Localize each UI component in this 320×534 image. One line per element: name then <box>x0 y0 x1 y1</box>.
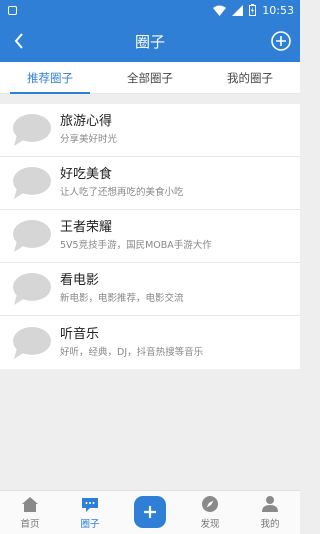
nav-profile[interactable]: 我的 <box>240 491 300 534</box>
list-item-title: 好吃美食 <box>60 167 113 182</box>
chevron-left-icon <box>14 33 23 49</box>
list-item-title: 听音乐 <box>60 326 100 342</box>
status-time: 10:53 <box>262 3 294 17</box>
list-item-desc: 新电影，电影推荐，电影交流 <box>60 293 184 304</box>
chat-icon <box>80 494 100 514</box>
list-item-desc: 好听，经典，DJ，抖音热搜等音乐 <box>60 346 204 358</box>
avatar-bubble-icon <box>13 220 51 252</box>
status-bar: 10:53 <box>0 0 300 20</box>
add-circle-button[interactable] <box>270 30 292 52</box>
list-item-music[interactable]: 听音乐 好听，经典，DJ，抖音热搜等音乐 <box>0 316 300 369</box>
avatar-bubble-icon <box>13 326 51 359</box>
page-title: 圈子 <box>134 32 165 51</box>
nav-home[interactable]: 首页 <box>0 491 60 534</box>
battery-icon <box>249 4 257 16</box>
compass-icon <box>200 494 220 514</box>
nav-label: 发现 <box>200 519 220 530</box>
list-item-desc: 分享美好时光 <box>60 134 118 145</box>
list-item-game[interactable]: 王者荣耀 5V5竞技手游，国民MOBA手游大作 <box>0 210 300 263</box>
signal-icon <box>232 4 244 16</box>
nav-circle[interactable]: 圈子 <box>60 491 120 534</box>
plus-circle-icon <box>271 31 291 51</box>
circle-list: 旅游心得 分享美好时光 好吃美食 让人吃了还想再吃的美食小吃 王者荣耀 5V5竞… <box>0 104 300 369</box>
plus-icon <box>144 506 156 518</box>
back-button[interactable] <box>8 29 30 53</box>
tab-mine[interactable]: 我的圈子 <box>200 62 300 93</box>
nav-label: 我的 <box>260 519 280 530</box>
home-icon <box>20 494 40 514</box>
avatar-bubble-icon <box>13 273 51 305</box>
nav-label: 圈子 <box>80 519 100 530</box>
tab-all[interactable]: 全部圈子 <box>100 62 200 93</box>
list-item-movie[interactable]: 看电影 新电影，电影推荐，电影交流 <box>0 263 300 316</box>
person-icon <box>260 494 280 514</box>
tab-bar: 推荐圈子 全部圈子 我的圈子 <box>0 62 300 94</box>
nav-publish[interactable] <box>120 491 180 534</box>
notification-icon <box>8 5 17 15</box>
avatar-bubble-icon <box>13 114 51 146</box>
list-item-title: 王者荣耀 <box>60 220 113 235</box>
wifi-icon <box>213 5 227 16</box>
app-header: 圈子 <box>0 20 300 62</box>
list-item-travel[interactable]: 旅游心得 分享美好时光 <box>0 104 300 157</box>
nav-discover[interactable]: 发现 <box>180 491 240 534</box>
nav-label: 首页 <box>20 519 40 530</box>
tab-recommended[interactable]: 推荐圈子 <box>0 62 100 94</box>
avatar-bubble-icon <box>13 167 51 199</box>
list-item-desc: 让人吃了还想再吃的美食小吃 <box>60 187 184 198</box>
publish-button[interactable] <box>134 496 166 528</box>
list-item-title: 旅游心得 <box>60 114 113 129</box>
bottom-nav: 首页 圈子 发现 我的 <box>0 490 300 534</box>
list-item-desc: 5V5竞技手游，国民MOBA手游大作 <box>60 240 212 251</box>
list-item-title: 看电影 <box>60 273 100 288</box>
list-item-food[interactable]: 好吃美食 让人吃了还想再吃的美食小吃 <box>0 157 300 210</box>
divider <box>0 94 300 104</box>
